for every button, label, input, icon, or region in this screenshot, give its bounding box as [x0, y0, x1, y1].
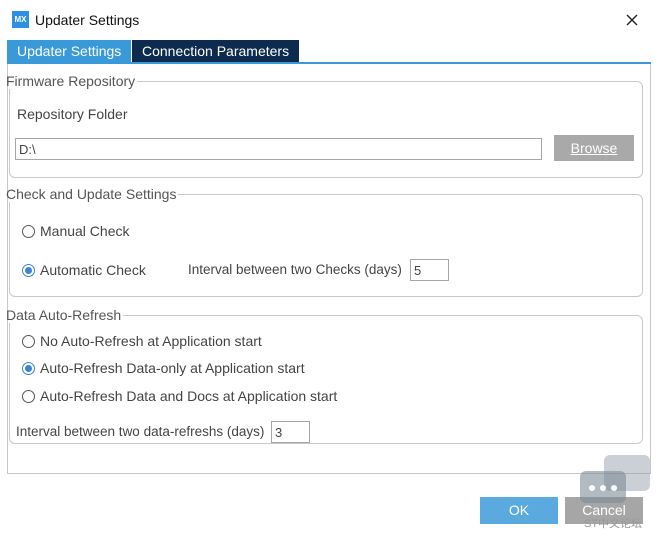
no-auto-refresh-radio[interactable]	[22, 335, 35, 348]
data-auto-refresh-legend: Data Auto-Refresh	[6, 307, 122, 323]
manual-check-label[interactable]: Manual Check	[40, 223, 130, 239]
close-icon	[626, 14, 638, 26]
check-update-group: Check and Update Settings	[6, 186, 643, 297]
repository-folder-label: Repository Folder	[17, 106, 128, 122]
no-auto-refresh-label[interactable]: No Auto-Refresh at Application start	[40, 333, 262, 349]
browse-button[interactable]: Browse	[554, 135, 634, 161]
tab-updater-settings[interactable]: Updater Settings	[7, 40, 131, 62]
firmware-repository-legend: Firmware Repository	[6, 73, 136, 89]
refresh-interval-input[interactable]	[271, 421, 310, 443]
refresh-data-only-label[interactable]: Auto-Refresh Data-only at Application st…	[40, 360, 305, 376]
chat-bubble-watermark-icon	[580, 455, 650, 503]
ok-button[interactable]: OK	[480, 497, 558, 524]
refresh-data-only-radio[interactable]	[22, 362, 35, 375]
watermark-text: ST中文论坛	[584, 518, 643, 530]
check-update-legend: Check and Update Settings	[6, 186, 177, 202]
repository-folder-input[interactable]	[15, 138, 542, 160]
close-button[interactable]	[620, 8, 644, 32]
firmware-repository-group: Firmware Repository	[6, 73, 643, 178]
window-title: Updater Settings	[35, 12, 140, 28]
manual-check-radio[interactable]	[22, 225, 35, 238]
refresh-data-docs-label[interactable]: Auto-Refresh Data and Docs at Applicatio…	[40, 388, 337, 404]
automatic-check-label[interactable]: Automatic Check	[40, 262, 146, 278]
check-interval-input[interactable]	[410, 259, 449, 281]
check-interval-label: Interval between two Checks (days)	[188, 262, 402, 277]
refresh-interval-label: Interval between two data-refreshs (days…	[16, 424, 265, 439]
refresh-data-docs-radio[interactable]	[22, 390, 35, 403]
tab-connection-parameters[interactable]: Connection Parameters	[132, 40, 299, 62]
title-bar: MX Updater Settings	[0, 0, 659, 40]
app-logo-icon: MX	[12, 11, 29, 28]
automatic-check-radio[interactable]	[22, 264, 35, 277]
